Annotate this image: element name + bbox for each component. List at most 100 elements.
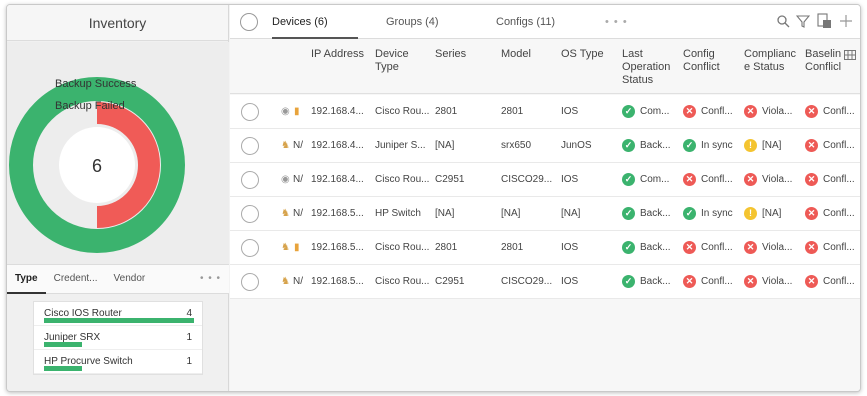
cell-device-type: Cisco Rou...: [375, 242, 430, 253]
comp-text: Viola...: [762, 242, 793, 254]
conf-text: In sync: [701, 208, 733, 220]
device-table-panel: Devices (6) Groups (4) Configs (11) • • …: [230, 5, 860, 391]
cell-compliance: ! [NA]: [744, 139, 781, 152]
row-select-checkbox[interactable]: [241, 273, 259, 291]
check-circle-icon: ✓: [683, 139, 696, 152]
credential-icon: ♞: [281, 242, 290, 253]
last-op-text: Back...: [640, 276, 671, 288]
subtab-type[interactable]: Type: [7, 264, 46, 294]
cell-ip[interactable]: 192.168.5...: [311, 276, 364, 287]
tab-configs[interactable]: Configs (11): [496, 5, 555, 39]
cell-compliance: ✕ Viola...: [744, 105, 792, 118]
tab-devices-count: (6): [314, 16, 328, 28]
col-base-l2: Conflicl: [805, 61, 842, 73]
cell-last-operation: ✓ Com...: [622, 173, 669, 186]
row-select-checkbox[interactable]: [241, 205, 259, 223]
col-conf-l1: Config: [683, 48, 715, 60]
cell-series: [NA]: [435, 140, 455, 151]
select-all-checkbox[interactable]: [240, 13, 258, 31]
type-item-hp-procurve-switch[interactable]: HP Procurve Switch 1: [34, 350, 202, 374]
x-circle-icon: ✕: [805, 139, 818, 152]
settings-icon: ◉: [281, 106, 290, 117]
type-item-cisco-ios-router[interactable]: Cisco IOS Router 4: [34, 302, 202, 326]
cell-compliance: ✕ Viola...: [744, 275, 792, 288]
cell-os-type: IOS: [561, 174, 579, 185]
conf-text: Confl...: [701, 242, 733, 254]
x-circle-icon: ✕: [805, 173, 818, 186]
row-select-checkbox[interactable]: [241, 171, 259, 189]
type-bar: [44, 318, 194, 323]
col-last-l1: Last: [622, 48, 643, 60]
row-select-checkbox[interactable]: [241, 103, 259, 121]
cell-model: srx650: [501, 140, 532, 151]
table-row[interactable]: ◉ ▮ 192.168.4... Cisco Rou... 2801 2801 IOS ✓ Co…: [230, 95, 860, 129]
settings-icon: ◉: [281, 174, 290, 185]
table-row[interactable]: ♞ N/192.168.4... Juniper S... [NA] srx650 Jun…: [230, 129, 860, 163]
x-circle-icon: ✕: [805, 207, 818, 220]
last-op-text: Back...: [640, 242, 671, 254]
comp-text: Viola...: [762, 276, 793, 288]
tab-devices[interactable]: Devices (6): [272, 5, 358, 39]
last-op-text: Back...: [640, 208, 671, 220]
x-circle-icon: ✕: [744, 241, 757, 254]
type-count: 1: [186, 332, 192, 343]
comp-text: Viola...: [762, 106, 793, 118]
cell-series: C2951: [435, 174, 465, 185]
subtab-credential[interactable]: Credent...: [46, 264, 106, 294]
cell-ip[interactable]: 192.168.5...: [311, 208, 364, 219]
table-row[interactable]: ♞ ▮ 192.168.5... Cisco Rou... 2801 2801 IOS ✓ Ba…: [230, 231, 860, 265]
table-row[interactable]: ♞ N/192.168.5... HP Switch [NA] [NA] [NA] ✓ Bac…: [230, 197, 860, 231]
conf-text: In sync: [701, 140, 733, 152]
column-chooser-icon[interactable]: [844, 50, 856, 60]
col-config-conflict[interactable]: Config Conflict: [683, 48, 720, 74]
col-baseline-conflict[interactable]: Baselin Conflicl: [805, 48, 841, 74]
row-na-label: N/: [293, 140, 303, 151]
donut-center-value: 6: [92, 156, 102, 176]
check-circle-icon: ✓: [622, 207, 635, 220]
cell-device-type: Juniper S...: [375, 140, 426, 151]
table-row[interactable]: ◉ N/192.168.4... Cisco Rou... C2951 CISCO29.…: [230, 163, 860, 197]
search-icon[interactable]: [776, 14, 790, 28]
row-select-checkbox[interactable]: [241, 137, 259, 155]
cell-ip[interactable]: 192.168.5...: [311, 242, 364, 253]
tab-groups[interactable]: Groups (4): [386, 5, 439, 39]
type-item-juniper-srx[interactable]: Juniper SRX 1: [34, 326, 202, 350]
row-select-checkbox[interactable]: [241, 239, 259, 257]
cell-config-conflict: ✕ Confl...: [683, 173, 733, 186]
check-circle-icon: ✓: [683, 207, 696, 220]
cell-last-operation: ✓ Back...: [622, 207, 671, 220]
x-circle-icon: ✕: [683, 105, 696, 118]
cell-model: 2801: [501, 106, 524, 117]
x-circle-icon: ✕: [805, 241, 818, 254]
col-model[interactable]: Model: [501, 48, 531, 61]
tab-bar: Devices (6) Groups (4) Configs (11) • • …: [230, 5, 860, 39]
tab-more[interactable]: • • •: [605, 5, 628, 39]
col-conf-l2: Conflict: [683, 61, 720, 73]
x-circle-icon: ✕: [683, 241, 696, 254]
cell-os-type: IOS: [561, 242, 579, 253]
table-row[interactable]: ♞ N/192.168.5... Cisco Rou... C2951 CISCO29.…: [230, 265, 860, 299]
export-icon[interactable]: [816, 13, 832, 29]
cell-series: [NA]: [435, 208, 455, 219]
table-header: IP Address Device Type Series Model OS Ty…: [230, 40, 860, 94]
cell-ip[interactable]: 192.168.4...: [311, 106, 364, 117]
col-last-operation-status[interactable]: Last Operation Status: [622, 48, 670, 87]
cell-model: [NA]: [501, 208, 521, 219]
check-circle-icon: ✓: [622, 139, 635, 152]
comp-text: [NA]: [762, 208, 782, 220]
col-series[interactable]: Series: [435, 48, 466, 61]
row-na-label: N/: [293, 174, 303, 185]
col-device-type[interactable]: Device Type: [375, 48, 409, 74]
cell-device-type: Cisco Rou...: [375, 276, 430, 287]
subtab-more[interactable]: • • •: [192, 264, 229, 294]
col-last-l3: Status: [622, 74, 654, 86]
subtab-vendor[interactable]: Vendor: [106, 264, 154, 294]
cell-ip[interactable]: 192.168.4...: [311, 140, 364, 151]
cell-ip[interactable]: 192.168.4...: [311, 174, 364, 185]
credential-icon: ♞: [281, 140, 290, 151]
col-os-type[interactable]: OS Type: [561, 48, 604, 61]
filter-icon[interactable]: [796, 14, 810, 28]
add-icon[interactable]: [838, 13, 854, 29]
col-compliance-status[interactable]: Complianc e Status: [744, 48, 796, 74]
col-ip-address[interactable]: IP Address: [311, 48, 364, 61]
